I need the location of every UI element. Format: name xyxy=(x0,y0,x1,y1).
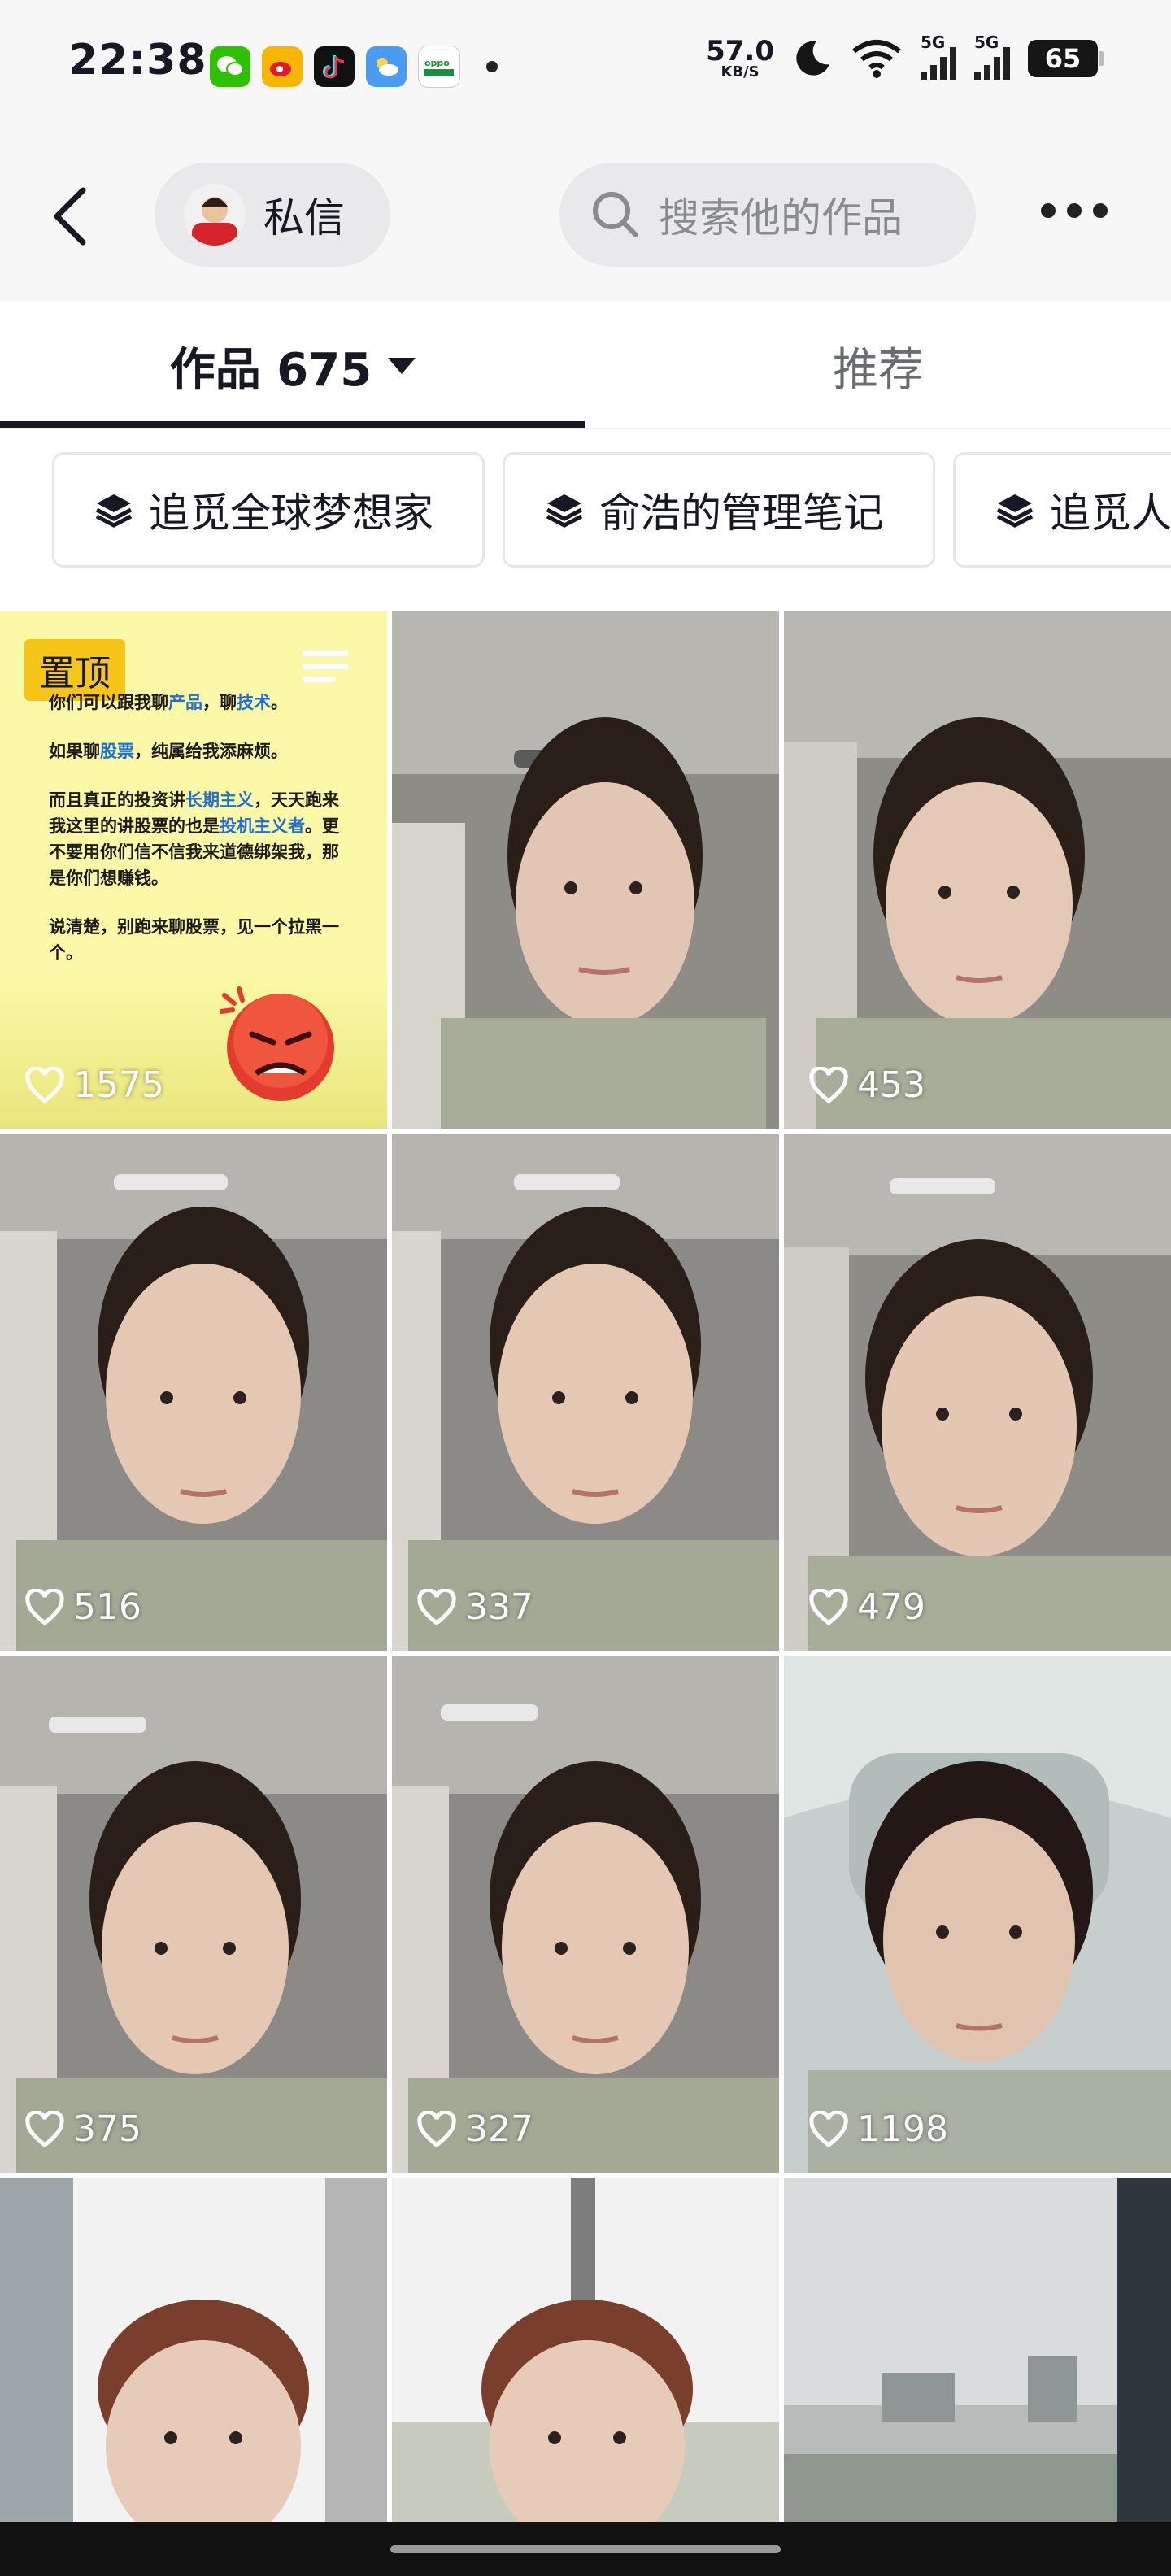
status-bar: 22:38 oppo 57.0 KB/S 5G 5G 65 xyxy=(0,0,1171,130)
video-thumbnail-image xyxy=(0,2178,387,2522)
heart-outline-icon xyxy=(417,1588,456,1625)
back-arrow-icon xyxy=(54,187,86,246)
home-indicator[interactable] xyxy=(390,2545,781,2553)
tab-works-label: 作品 675 xyxy=(169,343,372,397)
wifi-icon xyxy=(852,40,901,78)
direct-message-label: 私信 xyxy=(263,194,345,242)
notification-dot xyxy=(486,61,498,72)
tab-recommended-label: 推荐 xyxy=(833,343,924,397)
video-thumbnail-image xyxy=(392,2178,779,2522)
svg-text:oppo: oppo xyxy=(424,58,450,68)
video-thumbnail-image xyxy=(784,1656,1171,2173)
back-button[interactable] xyxy=(41,176,106,265)
heart-outline-icon xyxy=(25,1588,64,1625)
video-thumbnail-image xyxy=(784,611,1171,1129)
like-count: 479 xyxy=(808,1586,925,1628)
video-thumbnail[interactable]: 516 xyxy=(0,1134,387,1651)
like-count: 337 xyxy=(416,1586,533,1628)
collection-stack-icon xyxy=(996,494,1034,528)
video-thumbnail[interactable]: 453 xyxy=(784,611,1171,1129)
collection-stack-icon xyxy=(546,494,583,528)
like-count: 375 xyxy=(24,2108,141,2150)
status-app-icons: oppo xyxy=(210,46,498,88)
video-thumbnail-image xyxy=(0,1656,387,2173)
search-works-input[interactable]: 搜索他的作品 xyxy=(559,163,976,267)
video-grid: 置顶 你们可以跟我聊产品，聊技术。 如果聊股票，纯属给我添麻烦。 而且真正的投资… xyxy=(0,611,1171,2522)
tabs-divider xyxy=(0,428,1171,429)
collection-card[interactable]: 俞浩的管理笔记 xyxy=(503,452,935,568)
collection-stack-icon xyxy=(95,494,133,528)
video-thumbnail[interactable]: 337 xyxy=(392,1134,779,1651)
tiktok-icon xyxy=(314,46,355,87)
status-time: 22:38 xyxy=(68,36,207,85)
video-thumbnail-image xyxy=(392,1656,779,2173)
video-thumbnail[interactable]: 479 xyxy=(784,1134,1171,1651)
video-thumbnail[interactable]: 375 xyxy=(0,1656,387,2173)
video-thumbnail[interactable] xyxy=(0,2178,387,2522)
video-thumbnail-image xyxy=(392,1134,779,1651)
grid-gutter xyxy=(779,611,784,2522)
collection-title: 俞浩的管理笔记 xyxy=(599,490,884,537)
pinned-post-text: 你们可以跟我聊产品，聊技术。 如果聊股票，纯属给我添麻烦。 而且真正的投资讲长期… xyxy=(49,693,339,963)
collections-row: 追觅全球梦想家 俞浩的管理笔记 追觅人 xyxy=(0,431,1171,594)
caret-down-icon xyxy=(388,358,416,374)
video-thumbnail[interactable]: 327 xyxy=(392,1656,779,2173)
like-count: 1575 xyxy=(24,1064,164,1106)
weibo-icon xyxy=(262,46,303,87)
angry-face-emoji-icon xyxy=(220,986,334,1101)
search-icon xyxy=(593,192,638,237)
collection-card[interactable]: 追觅人 xyxy=(953,452,1171,568)
like-count: 1198 xyxy=(808,2108,948,2150)
heart-outline-icon xyxy=(809,2110,848,2147)
tab-works[interactable]: 作品 675 xyxy=(0,301,586,431)
tab-recommended[interactable]: 推荐 xyxy=(586,301,1171,431)
like-count: 516 xyxy=(24,1586,141,1628)
heart-outline-icon xyxy=(25,1066,64,1103)
video-thumbnail-image xyxy=(392,611,779,1129)
more-dot-icon xyxy=(1041,203,1056,218)
grid-gutter xyxy=(387,611,392,2522)
video-thumbnail[interactable] xyxy=(392,2178,779,2522)
wechat-icon xyxy=(210,46,250,87)
active-tab-indicator xyxy=(0,421,586,428)
avatar xyxy=(184,184,246,246)
system-navigation-bar xyxy=(0,2522,1171,2576)
collection-title: 追觅全球梦想家 xyxy=(149,490,433,537)
search-placeholder: 搜索他的作品 xyxy=(659,194,903,242)
heart-outline-icon xyxy=(417,2110,456,2147)
video-thumbnail-image xyxy=(784,2178,1171,2522)
video-thumbnail-pinned[interactable]: 置顶 你们可以跟我聊产品，聊技术。 如果聊股票，纯属给我添麻烦。 而且真正的投资… xyxy=(0,611,387,1129)
collection-title: 追觅人 xyxy=(1050,490,1171,537)
video-thumbnail[interactable] xyxy=(784,2178,1171,2522)
heart-outline-icon xyxy=(25,2110,64,2147)
video-thumbnail[interactable] xyxy=(392,611,779,1129)
video-thumbnail-image xyxy=(0,1134,387,1651)
heart-outline-icon xyxy=(809,1588,848,1625)
like-count: 453 xyxy=(808,1064,925,1106)
battery-indicator: 65 xyxy=(1028,40,1104,77)
video-thumbnail-image xyxy=(784,1134,1171,1651)
like-count: 327 xyxy=(416,2108,533,2150)
do-not-disturb-icon xyxy=(796,41,829,76)
network-speed: 57.0 KB/S xyxy=(706,35,774,80)
weather-icon xyxy=(366,46,407,87)
collection-card[interactable]: 追觅全球梦想家 xyxy=(52,452,485,568)
cellular-signal-1: 5G xyxy=(921,33,956,80)
text-post-icon xyxy=(303,651,348,682)
direct-message-button[interactable]: 私信 xyxy=(155,163,390,267)
cellular-signal-2: 5G xyxy=(974,33,1010,80)
profile-tabs: 作品 675 推荐 xyxy=(0,301,1171,431)
profile-header-bar: 私信 搜索他的作品 xyxy=(0,130,1171,301)
heart-outline-icon xyxy=(809,1066,848,1103)
more-options-button[interactable] xyxy=(1041,203,1108,218)
video-thumbnail[interactable]: 1198 xyxy=(784,1656,1171,2173)
oppo-store-icon: oppo xyxy=(418,46,460,88)
